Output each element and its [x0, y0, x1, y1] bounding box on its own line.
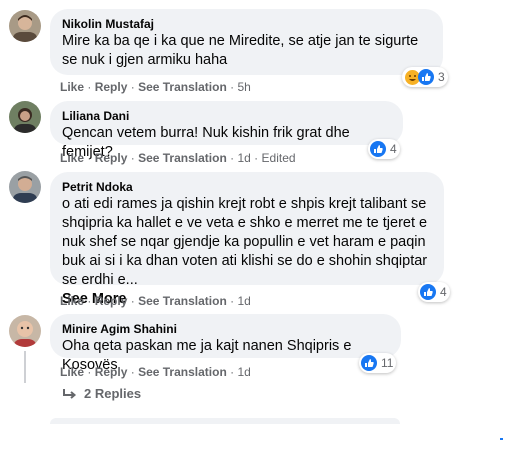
- avatar-image-icon: [9, 171, 41, 203]
- separator: ·: [230, 80, 235, 94]
- separator: ·: [87, 365, 92, 379]
- comment-author[interactable]: Nikolin Mustafaj: [62, 16, 431, 32]
- comment-actions: Like · Reply · See Translation · 1d · Ed…: [60, 150, 296, 166]
- avatar[interactable]: [9, 101, 41, 133]
- edited-label[interactable]: Edited: [262, 151, 296, 165]
- avatar[interactable]: [9, 10, 41, 42]
- separator: ·: [87, 294, 92, 308]
- separator: ·: [230, 294, 235, 308]
- reply-button[interactable]: Reply: [95, 151, 128, 165]
- comment-author[interactable]: Petrit Ndoka: [62, 179, 432, 195]
- avatar[interactable]: [9, 171, 41, 203]
- reaction-summary[interactable]: 3: [402, 67, 448, 87]
- see-translation-button[interactable]: See Translation: [138, 365, 227, 379]
- view-replies-button[interactable]: 2 Replies: [62, 386, 141, 401]
- reaction-summary[interactable]: 4: [368, 139, 400, 159]
- comment-bubble: Liliana Dani Qencan vetem burra! Nuk kis…: [50, 101, 403, 160]
- comment-bubble: Minire Agim Shahini Oha qeta paskan me j…: [50, 314, 401, 373]
- like-button[interactable]: Like: [60, 80, 84, 94]
- separator: ·: [230, 365, 235, 379]
- comment-actions: Like · Reply · See Translation · 1d: [60, 364, 251, 380]
- separator: ·: [130, 365, 135, 379]
- separator: ·: [230, 151, 235, 165]
- timestamp[interactable]: 5h: [237, 80, 250, 94]
- comment-text: o ati edi rames ja qishin krejt robt e s…: [62, 196, 428, 288]
- reaction-summary[interactable]: 4: [418, 282, 450, 302]
- reaction-count: 4: [440, 285, 447, 299]
- comment-author[interactable]: Minire Agim Shahini: [62, 321, 389, 337]
- like-button[interactable]: Like: [60, 151, 84, 165]
- like-button[interactable]: Like: [60, 365, 84, 379]
- see-translation-button[interactable]: See Translation: [138, 294, 227, 308]
- timestamp[interactable]: 1d: [237, 365, 250, 379]
- reply-button[interactable]: Reply: [95, 365, 128, 379]
- like-reaction-icon: [418, 69, 434, 85]
- reply-arrow-icon: [63, 388, 77, 399]
- separator: ·: [130, 80, 135, 94]
- timestamp[interactable]: 1d: [237, 294, 250, 308]
- see-translation-button[interactable]: See Translation: [138, 151, 227, 165]
- separator: ·: [130, 294, 135, 308]
- next-comment-bubble: [50, 418, 400, 424]
- separator: ·: [130, 151, 135, 165]
- reply-button[interactable]: Reply: [95, 294, 128, 308]
- see-translation-button[interactable]: See Translation: [138, 80, 227, 94]
- avatar-image-icon: [9, 101, 41, 133]
- replies-count-label: 2 Replies: [84, 386, 142, 401]
- reaction-count: 11: [381, 356, 394, 370]
- comment-actions: Like · Reply · See Translation · 5h: [60, 79, 251, 95]
- comment-author[interactable]: Liliana Dani: [62, 108, 391, 124]
- reaction-count: 4: [390, 142, 397, 156]
- separator: ·: [87, 151, 92, 165]
- avatar-image-icon: [9, 315, 41, 347]
- comment-bubble: Nikolin Mustafaj Mire ka ba qe i ka que …: [50, 9, 443, 75]
- like-reaction-icon: [370, 141, 386, 157]
- like-button[interactable]: Like: [60, 294, 84, 308]
- reaction-summary[interactable]: 11: [359, 353, 397, 373]
- avatar[interactable]: [9, 315, 41, 347]
- separator: ·: [254, 151, 259, 165]
- reaction-count: 3: [438, 70, 445, 84]
- scroll-indicator: [500, 438, 503, 440]
- like-reaction-icon: [420, 284, 436, 300]
- reply-button[interactable]: Reply: [95, 80, 128, 94]
- timestamp[interactable]: 1d: [237, 151, 250, 165]
- comment-actions: Like · Reply · See Translation · 1d: [60, 293, 251, 309]
- avatar-image-icon: [9, 10, 41, 42]
- separator: ·: [87, 80, 92, 94]
- like-reaction-icon: [361, 355, 377, 371]
- comment-bubble: Petrit Ndoka o ati edi rames ja qishin k…: [50, 172, 444, 307]
- thread-line: [24, 351, 26, 383]
- comment-text: Mire ka ba qe i ka que ne Miredite, se a…: [62, 33, 419, 68]
